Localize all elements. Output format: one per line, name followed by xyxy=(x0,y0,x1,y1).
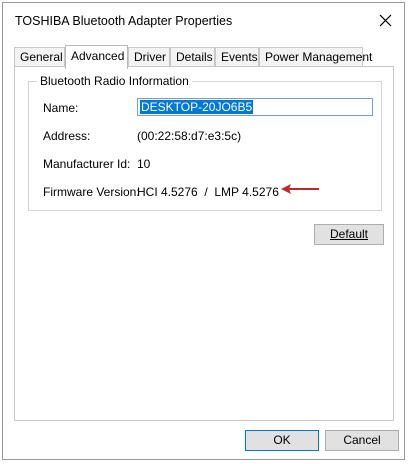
tab-power-management[interactable]: Power Management xyxy=(259,47,372,67)
tab-events[interactable]: Events xyxy=(215,47,259,67)
window-title: TOSHIBA Bluetooth Adapter Properties xyxy=(15,14,233,28)
default-button[interactable]: Default xyxy=(314,224,384,245)
manufacturer-id-value: 10 xyxy=(137,157,151,171)
tab-advanced[interactable]: Advanced xyxy=(65,45,128,69)
title-bar: TOSHIBA Bluetooth Adapter Properties xyxy=(3,3,404,39)
firmware-version-label: Firmware Version: xyxy=(43,185,140,199)
close-icon xyxy=(379,14,392,27)
properties-dialog: TOSHIBA Bluetooth Adapter Properties Gen… xyxy=(2,2,405,460)
address-value: (00:22:58:d7:e3:5c) xyxy=(137,129,242,143)
tab-panel-advanced: Bluetooth Radio Information Name: DESKTO… xyxy=(14,66,394,421)
ok-button[interactable]: OK xyxy=(245,430,319,451)
tab-driver[interactable]: Driver xyxy=(128,47,170,67)
cancel-button[interactable]: Cancel xyxy=(325,430,399,451)
group-title: Bluetooth Radio Information xyxy=(37,74,192,88)
tab-details[interactable]: Details xyxy=(170,47,215,67)
tab-general[interactable]: General xyxy=(14,47,65,67)
arrow-left-icon xyxy=(281,184,319,194)
name-field-value: DESKTOP-20JO6B5 xyxy=(140,100,254,114)
bluetooth-radio-info-group: Bluetooth Radio Information Name: DESKTO… xyxy=(28,74,382,211)
close-button[interactable] xyxy=(368,3,404,39)
name-field[interactable]: DESKTOP-20JO6B5 xyxy=(137,98,373,116)
tab-strip: General Advanced Driver Details Events P… xyxy=(14,45,372,69)
manufacturer-id-label: Manufacturer Id: xyxy=(43,157,131,171)
name-label: Name: xyxy=(43,101,79,115)
firmware-version-value: HCI 4.5276 / LMP 4.5276 xyxy=(137,185,279,199)
address-label: Address: xyxy=(43,129,91,143)
